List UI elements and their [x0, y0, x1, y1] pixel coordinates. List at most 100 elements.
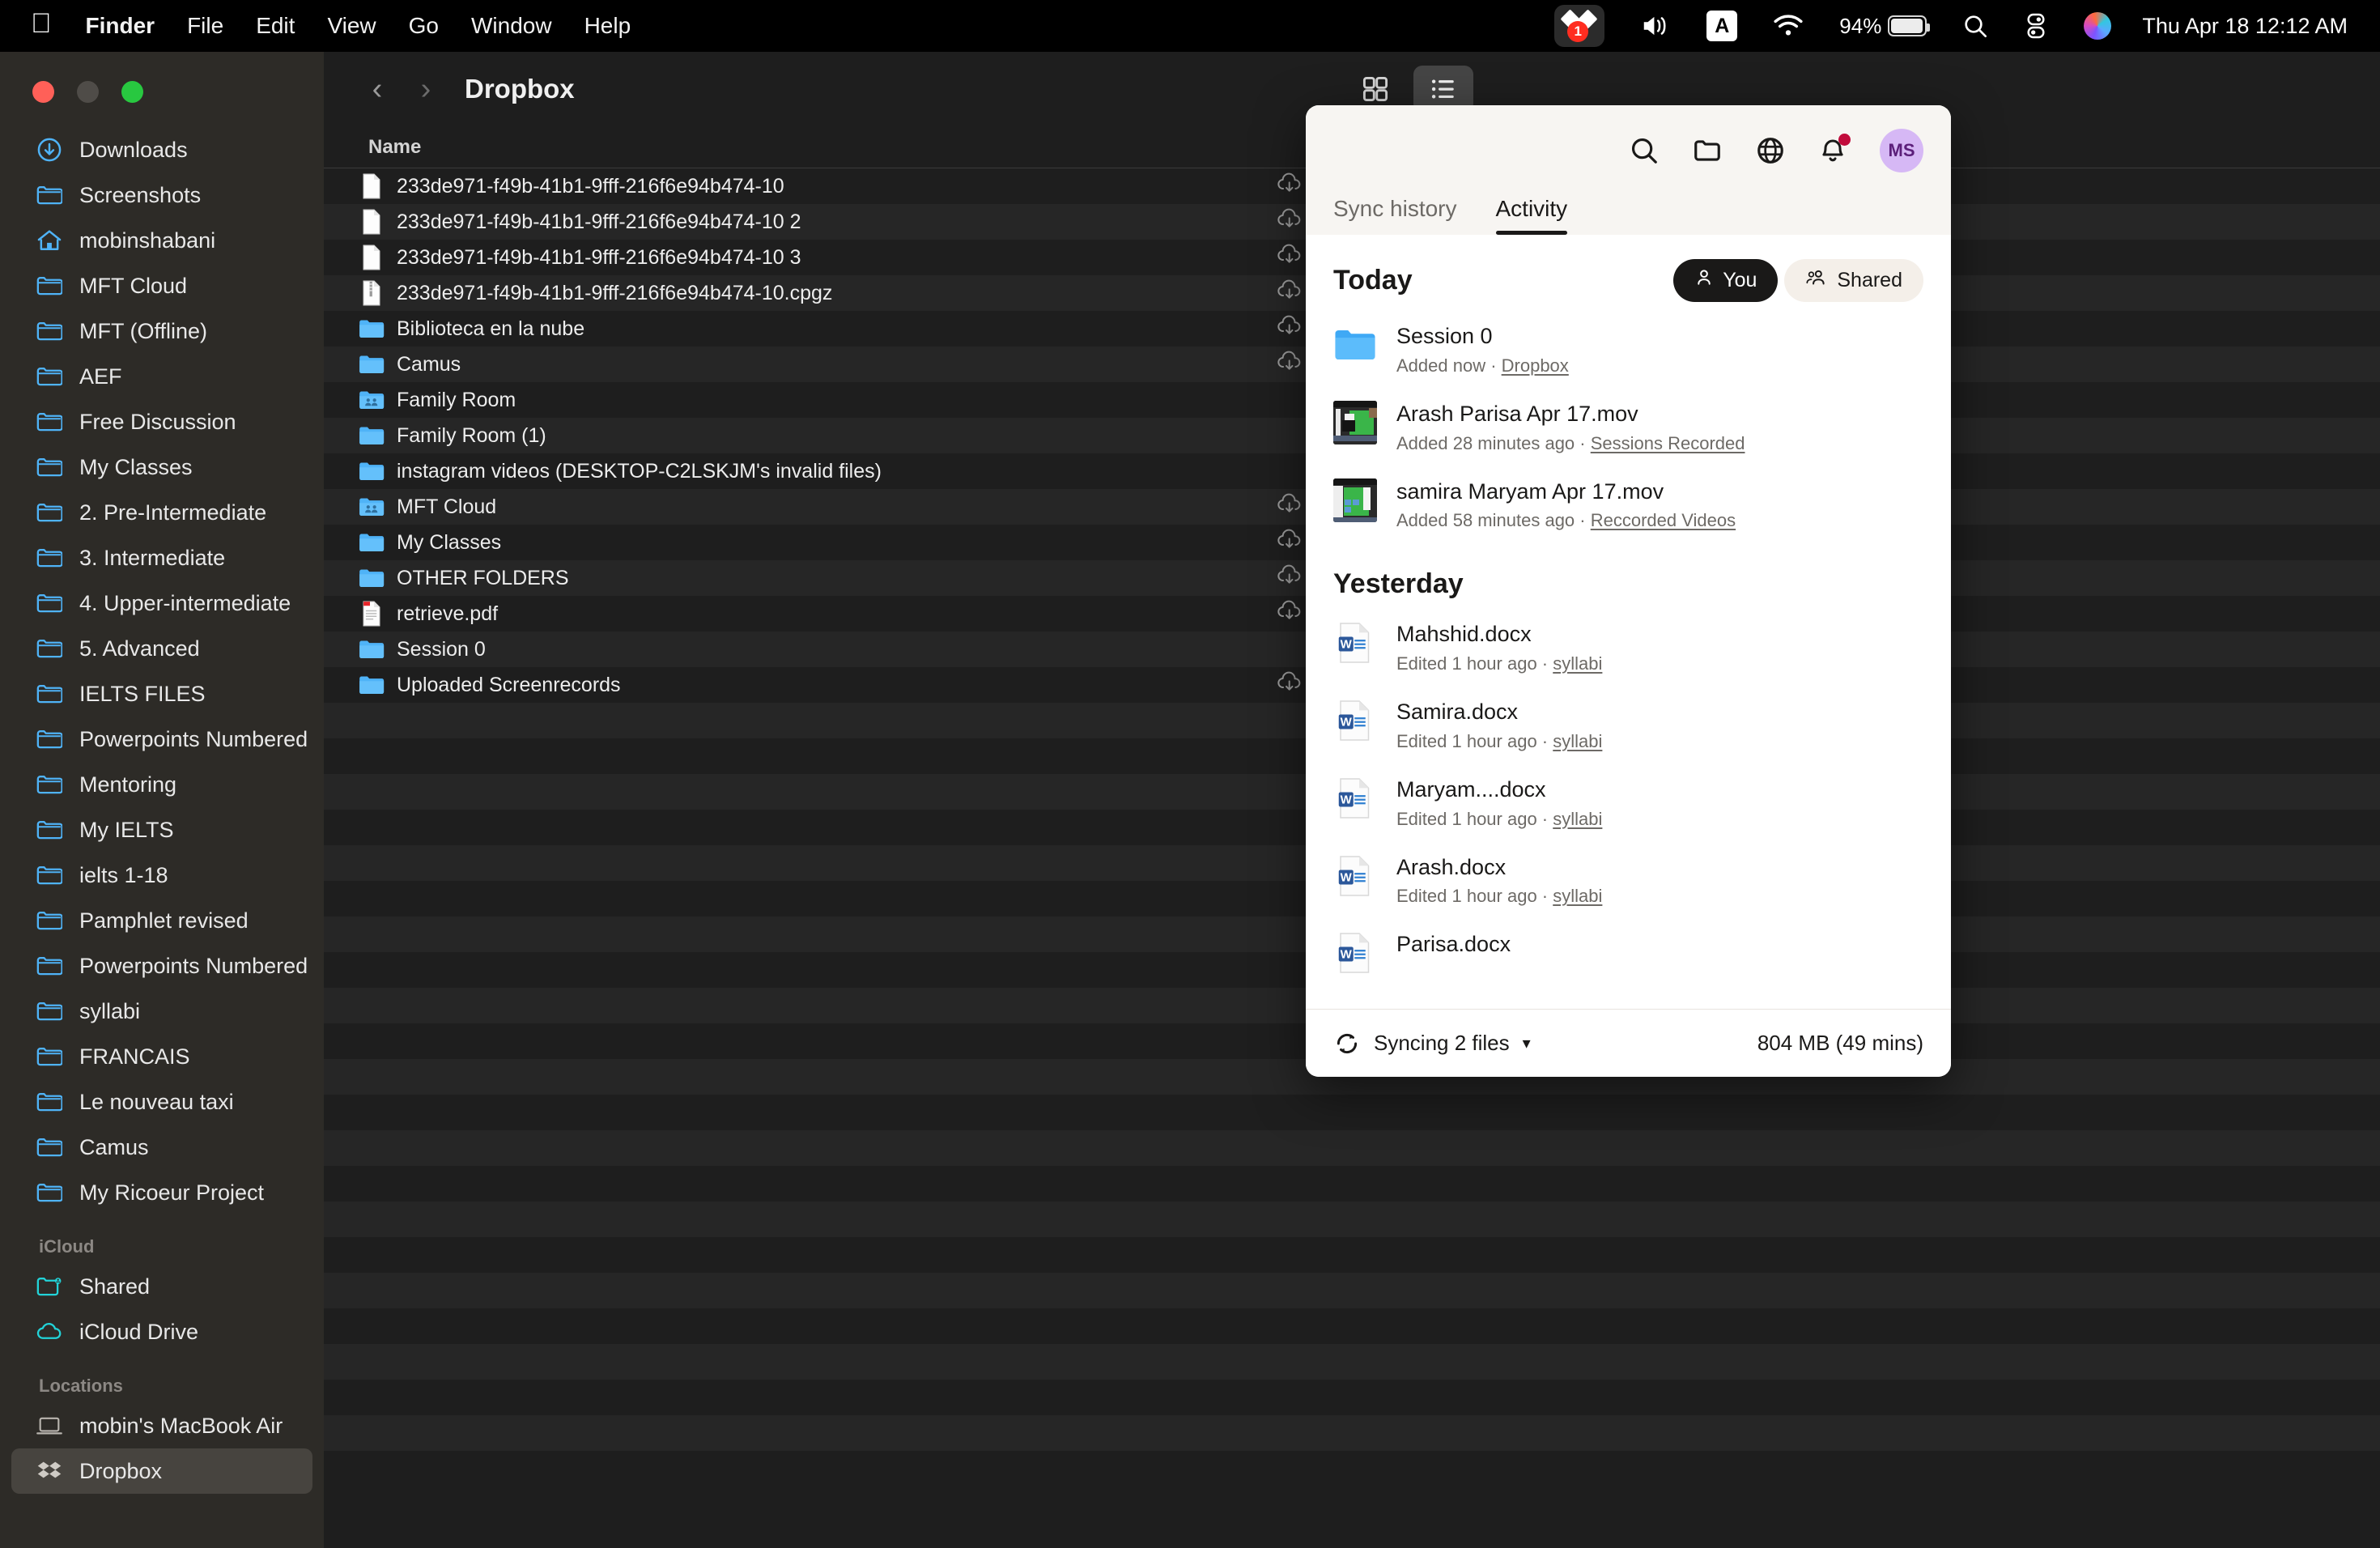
cloud-download-icon[interactable]	[1276, 351, 1303, 378]
sidebar-header-icloud: iCloud	[39, 1236, 95, 1257]
menu-go[interactable]: Go	[409, 13, 439, 39]
cloud-download-icon[interactable]	[1276, 529, 1303, 556]
menu-window[interactable]: Window	[471, 13, 552, 39]
folder-icon	[36, 772, 63, 797]
activity-item-folder-link[interactable]: Sessions Recorded	[1591, 433, 1745, 453]
sidebar-item-powerpoints-numbered[interactable]: Powerpoints Numbered	[11, 943, 312, 989]
sidebar-item-aef[interactable]: AEF	[11, 354, 312, 399]
control-center-icon[interactable]	[2006, 0, 2066, 52]
wifi-icon[interactable]	[1755, 0, 1821, 52]
menu-bar-clock[interactable]: Thu Apr 18 12:12 AM	[2142, 14, 2348, 39]
sidebar-item-5-advanced[interactable]: 5. Advanced	[11, 626, 312, 671]
cloud-download-icon[interactable]	[1276, 172, 1303, 200]
dropbox-panel-tabs: Sync history Activity	[1333, 196, 1923, 235]
sidebar-item-4-upper-intermediate[interactable]: 4. Upper-intermediate	[11, 580, 312, 626]
sidebar-item-pamphlet-revised[interactable]: Pamphlet revised	[11, 898, 312, 943]
activity-item[interactable]: Session 0 Added now · Dropbox	[1333, 312, 1923, 389]
volume-icon[interactable]	[1622, 0, 1689, 52]
activity-item[interactable]: W Samira.docx Edited 1 hour ago · syllab…	[1333, 687, 1923, 765]
activity-item-folder-link[interactable]: syllabi	[1553, 731, 1602, 751]
folder-icon[interactable]	[1692, 135, 1723, 166]
sidebar-item-dropbox[interactable]: Dropbox	[11, 1448, 312, 1494]
file-icon	[358, 208, 385, 236]
activity-item-folder-link[interactable]: Dropbox	[1502, 355, 1569, 376]
activity-item-folder-link[interactable]: syllabi	[1553, 809, 1602, 829]
tab-activity[interactable]: Activity	[1495, 196, 1567, 235]
sidebar-item-ielts-files[interactable]: IELTS FILES	[11, 671, 312, 717]
activity-item[interactable]: Arash Parisa Apr 17.mov Added 28 minutes…	[1333, 389, 1923, 467]
spotlight-search-icon[interactable]	[1944, 0, 2006, 52]
file-name-label: OTHER FOLDERS	[397, 566, 569, 589]
back-button[interactable]: ‹	[353, 72, 402, 107]
dropbox-menu-item[interactable]: 1	[1536, 0, 1622, 52]
input-source-icon[interactable]: A	[1689, 0, 1755, 52]
dropbox-activity-list[interactable]: Today You Shared Session 0 Added now · Dro…	[1306, 235, 1951, 1009]
sidebar-item-francais[interactable]: FRANCAIS	[11, 1034, 312, 1079]
sidebar-item-screenshots[interactable]: Screenshots	[11, 172, 312, 218]
sidebar-item-syllabi[interactable]: syllabi	[11, 989, 312, 1034]
filter-you[interactable]: You	[1673, 259, 1779, 302]
forward-button[interactable]: ›	[402, 72, 450, 107]
sidebar-item-camus[interactable]: Camus	[11, 1125, 312, 1170]
tab-sync-history[interactable]: Sync history	[1333, 196, 1457, 235]
sidebar-item-my-ricoeur-project[interactable]: My Ricoeur Project	[11, 1170, 312, 1215]
activity-item[interactable]: W Maryam....docx Edited 1 hour ago · syl…	[1333, 765, 1923, 843]
column-header-name[interactable]: Name	[324, 136, 421, 159]
menu-view[interactable]: View	[327, 13, 376, 39]
sidebar-item-mentoring[interactable]: Mentoring	[11, 762, 312, 807]
menu-help[interactable]: Help	[584, 13, 631, 39]
video-thumbnail	[1333, 478, 1377, 522]
sidebar-locations-list: mobin's MacBook Air Dropbox	[0, 1403, 324, 1494]
filter-shared[interactable]: Shared	[1784, 259, 1923, 302]
sidebar-item-my-ielts[interactable]: My IELTS	[11, 807, 312, 853]
maximize-button[interactable]	[121, 81, 143, 103]
activity-item-folder-link[interactable]: syllabi	[1553, 653, 1602, 674]
activity-item-folder-link[interactable]: syllabi	[1553, 886, 1602, 906]
sync-status-button[interactable]: Syncing 2 files ▾	[1333, 1030, 1531, 1057]
close-button[interactable]	[32, 81, 54, 103]
sidebar-item-le-nouveau-taxi[interactable]: Le nouveau taxi	[11, 1079, 312, 1125]
cloud-download-icon[interactable]	[1276, 315, 1303, 342]
menu-edit[interactable]: Edit	[256, 13, 295, 39]
sidebar-item-free-discussion[interactable]: Free Discussion	[11, 399, 312, 444]
activity-item[interactable]: samira Maryam Apr 17.mov Added 58 minute…	[1333, 467, 1923, 545]
sidebar-item-downloads[interactable]: Downloads	[11, 127, 312, 172]
filter-label: Shared	[1837, 269, 1902, 291]
battery-indicator[interactable]: 94%	[1821, 0, 1944, 52]
cloud-download-icon[interactable]	[1276, 208, 1303, 236]
sidebar-item-icloud-drive[interactable]: iCloud Drive	[11, 1309, 312, 1354]
cloud-download-icon[interactable]	[1276, 244, 1303, 271]
cloud-download-icon[interactable]	[1276, 671, 1303, 699]
apple-menu-icon[interactable]: 	[31, 10, 52, 37]
sidebar-item-shared[interactable]: Shared	[11, 1264, 312, 1309]
sidebar-item-3-intermediate[interactable]: 3. Intermediate	[11, 535, 312, 580]
activity-item[interactable]: W Parisa.docx	[1333, 920, 1923, 988]
activity-item[interactable]: W Mahshid.docx Edited 1 hour ago · sylla…	[1333, 610, 1923, 687]
search-icon[interactable]	[1629, 135, 1660, 166]
minimize-button[interactable]	[77, 81, 99, 103]
sidebar-item-ielts-1-18[interactable]: ielts 1-18	[11, 853, 312, 898]
section-title: Today	[1333, 265, 1413, 296]
sidebar-item-mft-cloud[interactable]: MFT Cloud	[11, 263, 312, 308]
sidebar-item-2-pre-intermediate[interactable]: 2. Pre-Intermediate	[11, 490, 312, 535]
notifications-bell-icon[interactable]	[1818, 134, 1851, 166]
sidebar-item-mobinshabani[interactable]: mobinshabani	[11, 218, 312, 263]
activity-item-folder-link[interactable]: Reccorded Videos	[1591, 510, 1736, 530]
empty-row	[324, 1451, 2380, 1486]
cloud-download-icon[interactable]	[1276, 600, 1303, 627]
cloud-download-icon[interactable]	[1276, 279, 1303, 307]
siri-icon[interactable]	[2066, 0, 2129, 52]
sidebar-item-powerpoints-numbered[interactable]: Powerpoints Numbered	[11, 717, 312, 762]
sidebar-item-label: iCloud Drive	[79, 1319, 199, 1344]
activity-item[interactable]: W Arash.docx Edited 1 hour ago · syllabi	[1333, 843, 1923, 921]
cloud-download-icon[interactable]	[1276, 493, 1303, 521]
empty-row	[324, 1415, 2380, 1451]
sidebar-item-mobin-s-macbook-air[interactable]: mobin's MacBook Air	[11, 1403, 312, 1448]
cloud-download-icon[interactable]	[1276, 564, 1303, 592]
sidebar-item-mft-offline[interactable]: MFT (Offline)	[11, 308, 312, 354]
globe-icon[interactable]	[1755, 135, 1786, 166]
menu-file[interactable]: File	[187, 13, 223, 39]
menu-finder[interactable]: Finder	[86, 13, 155, 39]
avatar[interactable]: MS	[1880, 129, 1923, 172]
sidebar-item-my-classes[interactable]: My Classes	[11, 444, 312, 490]
